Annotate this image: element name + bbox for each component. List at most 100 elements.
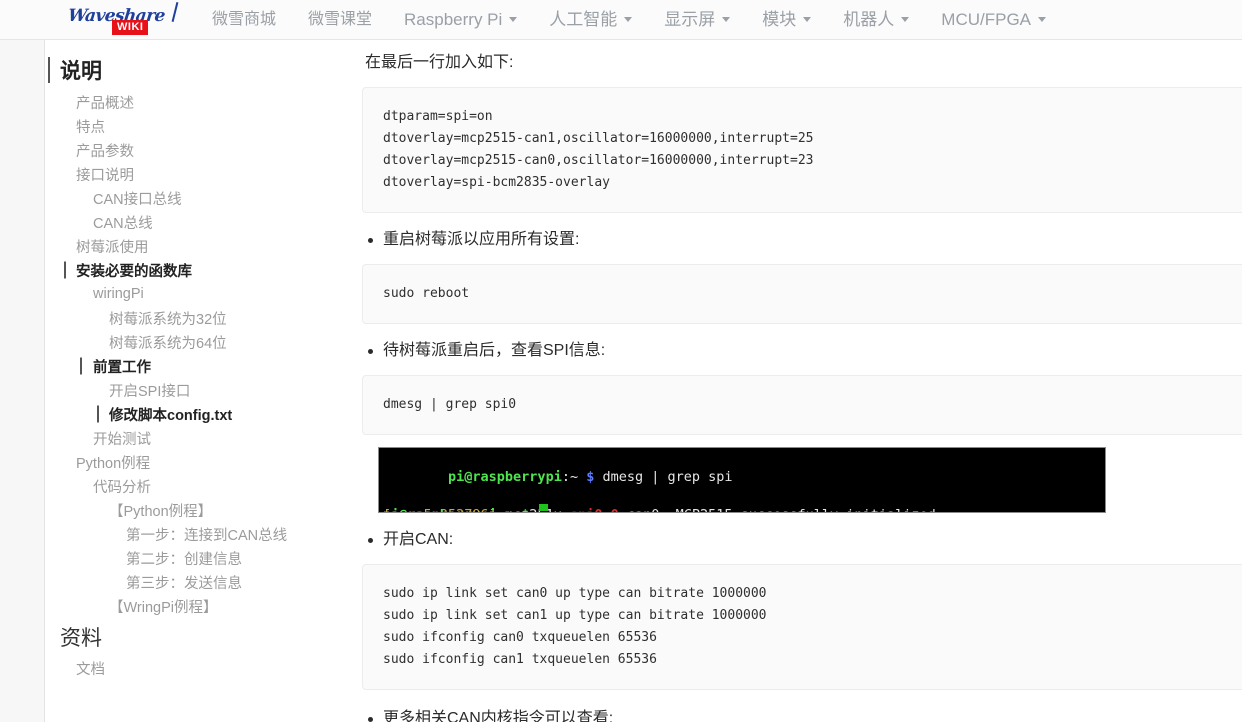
sidebar-item-21[interactable]: 第三步：发送信息 [46,570,328,594]
logo-swash-icon [171,1,179,22]
sidebar-item-24[interactable]: 文档 [46,656,328,680]
sidebar-item-label: 【WringPi例程】 [109,599,218,616]
sidebar-item-20[interactable]: 第二步：创建信息 [46,546,328,570]
chevron-down-icon [803,17,812,22]
code-line: dtoverlay=mcp2515-can0,oscillator=160000… [383,153,814,168]
nav-item-6[interactable]: 机器人 [827,0,925,40]
sidebar-item-label: 产品概述 [76,95,134,112]
sidebar-item-2[interactable]: 特点 [46,114,328,138]
sidebar-active-marker [97,405,99,423]
sidebar-scrollbar-track[interactable] [313,40,640,722]
sidebar-item-5[interactable]: CAN接口总线 [46,186,328,210]
sidebar-item-label: 文档 [76,661,105,678]
sidebar-item-label: 资料 [60,627,102,650]
code-block-reboot[interactable]: sudo reboot [362,264,1242,324]
code-line: dmesg | grep spi0 [383,397,517,412]
sidebar-active-marker [80,357,82,375]
sidebar-item-12[interactable]: 前置工作 [46,354,328,378]
nav-item-2[interactable]: Raspberry Pi [388,0,533,40]
nav-item-7[interactable]: MCU/FPGA [925,0,1062,40]
sidebar-item-label: 树莓派系统为32位 [109,311,227,328]
terminal-screenshot: pi@raspberrypi:~ $ dmesg | grep spi [ 5.… [378,447,1106,513]
sidebar-item-18[interactable]: 【Python例程】 [46,498,328,522]
bullet-more-can: 更多相关CAN内核指令可以查看: [368,706,1242,722]
sidebar-item-13[interactable]: 开启SPI接口 [46,378,328,402]
sidebar-item-label: 代码分析 [93,479,151,496]
sidebar-item-label: 接口说明 [76,167,134,184]
sidebar-item-1[interactable]: 产品概述 [46,90,328,114]
terminal-command: dmesg | grep spi [594,469,733,485]
code-line: sudo ip link set can1 up type can bitrat… [383,608,767,623]
terminal-message: can0: MCP2515 successfully initialized. [619,507,944,512]
sidebar-item-14[interactable]: 修改脚本config.txt [46,402,328,426]
waveshare-wiki-logo[interactable]: Waveshare WIKI [67,1,180,38]
terminal-spi-device: spi0.0 [570,507,619,512]
nav-item-label: 人工智能 [549,9,618,29]
terminal-cursor [539,504,548,511]
sidebar-item-label: 第二步：创建信息 [126,551,242,568]
sidebar-item-label: 第三步：发送信息 [126,575,242,592]
nav-item-label: 模块 [762,9,797,29]
code-line: sudo ifconfig can1 txqueuelen 65536 [383,652,657,667]
code-block-can[interactable]: sudo ip link set can0 up type can bitrat… [362,564,1242,690]
nav-item-3[interactable]: 人工智能 [533,0,648,40]
nav-item-1[interactable]: 微雪课堂 [292,0,388,40]
sidebar-item-label: 特点 [76,119,105,136]
sidebar-item-label: Python例程 [76,455,151,472]
nav-item-5[interactable]: 模块 [746,0,827,40]
terminal-user-host: pi@raspberrypi [448,469,562,485]
code-line: sudo ifconfig can0 txqueuelen 65536 [383,630,657,645]
chevron-down-icon [624,17,633,22]
chevron-down-icon [509,17,518,22]
sidebar-item-label: wiringPi [93,286,144,302]
sidebar-item-label: 【Python例程】 [109,503,213,520]
sidebar-item-label: 树莓派使用 [76,239,149,256]
top-nav-items: 微雪商城 微雪课堂 Raspberry Pi 人工智能 显示屏 模块 机器人 MCU/FPGA [196,0,1062,40]
nav-item-4[interactable]: 显示屏 [648,0,746,40]
sidebar-item-label: CAN总线 [93,215,153,232]
sidebar-item-11[interactable]: 树莓派系统为64位 [46,330,328,354]
sidebar-item-16[interactable]: Python例程 [46,450,328,474]
sidebar-item-7[interactable]: 树莓派使用 [46,234,328,258]
sidebar-item-label: 第一步：连接到CAN总线 [126,527,288,544]
sidebar-item-label: 树莓派系统为64位 [109,335,227,352]
sidebar-item-label: CAN接口总线 [93,191,182,208]
sidebar-item-19[interactable]: 第一步：连接到CAN总线 [46,522,328,546]
sidebar-item-9[interactable]: wiringPi [46,282,328,306]
sidebar-item-10[interactable]: 树莓派系统为32位 [46,306,328,330]
nav-item-label: 机器人 [843,9,895,29]
terminal-next-prompt-partial: pi@raspberrypi:~ $ [383,506,529,512]
bullet-enable-can: 开启CAN: [368,527,1242,553]
intro-paragraph: 在最后一行加入如下: [365,54,514,71]
code-block-dmesg[interactable]: dmesg | grep spi0 [362,375,1242,435]
bullet-reboot: 重启树莓派以应用所有设置: [368,227,1242,253]
nav-item-0[interactable]: 微雪商城 [196,0,292,40]
nav-item-label: Raspberry Pi [404,9,503,29]
nav-item-label: MCU/FPGA [941,9,1032,29]
sidebar-item-22[interactable]: 【WringPi例程】 [46,594,328,618]
terminal-path: :~ [561,469,587,485]
nav-item-label: 微雪课堂 [308,10,373,28]
sidebar-item-label: 安装必要的函数库 [76,263,192,280]
sidebar-item-17[interactable]: 代码分析 [46,474,328,498]
chevron-down-icon [1038,17,1047,22]
sidebar-item-4[interactable]: 接口说明 [46,162,328,186]
top-navigation-bar: Waveshare WIKI 微雪商城 微雪课堂 Raspberry Pi 人工智能 显… [0,0,1242,40]
sidebar-item-6[interactable]: CAN总线 [46,210,328,234]
sidebar-item-0[interactable]: 说明 [46,50,328,90]
sidebar-item-8[interactable]: 安装必要的函数库 [46,258,328,282]
sidebar-item-3[interactable]: 产品参数 [46,138,328,162]
code-line: dtoverlay=spi-bcm2835-overlay [383,175,610,190]
sidebar-item-15[interactable]: 开始测试 [46,426,328,450]
code-line: dtoverlay=mcp2515-can1,oscillator=160000… [383,131,814,146]
code-line: sudo reboot [383,286,470,301]
sidebar-active-marker [48,57,50,83]
nav-item-label: 显示屏 [664,9,716,29]
sidebar-item-label: 开启SPI接口 [109,383,191,400]
sidebar-item-label: 开始测试 [93,431,151,448]
sidebar-item-23[interactable]: 资料 [46,618,328,656]
sidebar-item-label: 产品参数 [76,143,134,160]
sidebar-toc: 说明产品概述特点产品参数接口说明 CAN接口总线 CAN总线树莓派使用安装必要的函数… [46,40,328,722]
code-block-config[interactable]: dtparam=spi=on dtoverlay=mcp2515-can1,osc… [362,87,1242,213]
main-content: 在最后一行加入如下: dtparam=spi=on dtoverlay=mcp25… [340,40,1242,722]
